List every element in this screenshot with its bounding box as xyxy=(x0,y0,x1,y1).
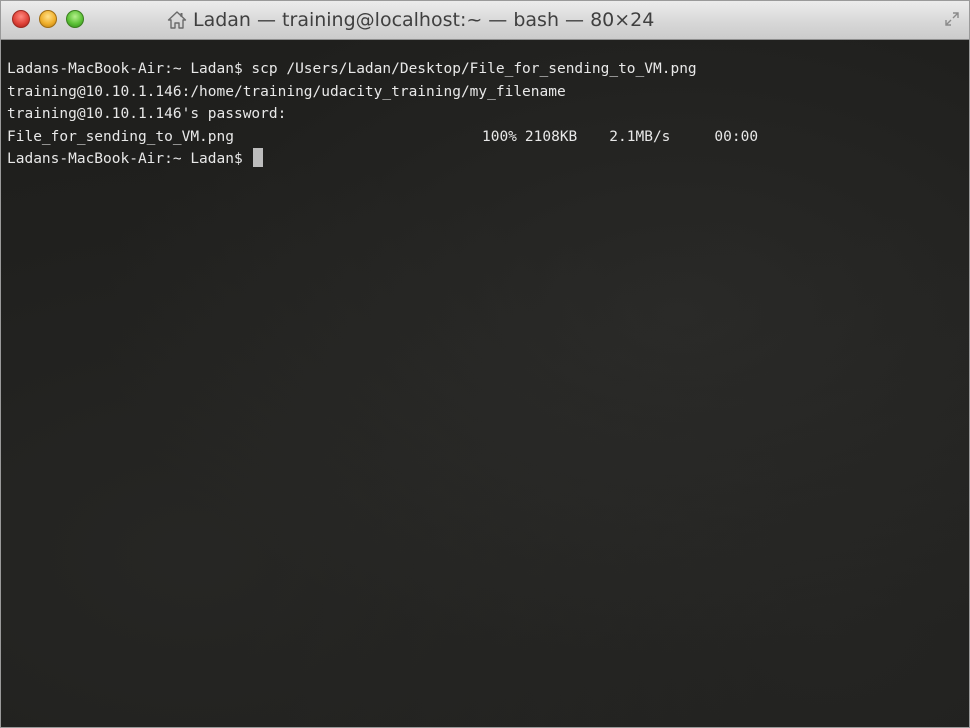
transfer-size: 2108KB xyxy=(524,128,578,145)
title-bar[interactable]: Ladan — training@localhost:~ — bash — 80… xyxy=(1,1,969,40)
transfer-progress: File_for_sending_to_VM.png 100% 2108KB 2.1M… xyxy=(7,126,758,149)
zoom-button[interactable] xyxy=(66,10,84,28)
terminal-screen[interactable]: Ladans-MacBook-Air:~ Ladan$ scp /Users/L… xyxy=(1,40,969,727)
command-line: Ladans-MacBook-Air:~ Ladan$ scp /Users/L… xyxy=(7,61,697,77)
home-icon xyxy=(166,9,188,31)
fullscreen-icon[interactable] xyxy=(944,11,960,27)
command-line-continuation: training@10.10.1.146:/home/training/udac… xyxy=(7,83,566,100)
transfer-rate: 2.1MB/s xyxy=(609,128,671,145)
minimize-button[interactable] xyxy=(39,10,57,28)
terminal-window: Ladan — training@localhost:~ — bash — 80… xyxy=(0,0,970,728)
window-title-text: Ladan — training@localhost:~ — bash — 80… xyxy=(193,9,655,31)
transfer-percent: 100% xyxy=(481,128,517,145)
window-title: Ladan — training@localhost:~ — bash — 80… xyxy=(166,8,654,32)
close-button[interactable] xyxy=(12,10,30,28)
transfer-filename: File_for_sending_to_VM.png xyxy=(7,128,234,145)
transfer-eta: 00:00 xyxy=(714,128,759,145)
password-prompt: training@10.10.1.146's password: xyxy=(7,106,287,122)
shell-prompt-line[interactable]: Ladans-MacBook-Air:~ Ladan$ xyxy=(7,148,758,171)
shell-prompt: Ladans-MacBook-Air:~ Ladan$ xyxy=(7,151,243,167)
terminal-output: Ladans-MacBook-Air:~ Ladan$ scp /Users/L… xyxy=(7,58,758,171)
text-cursor xyxy=(253,148,264,167)
